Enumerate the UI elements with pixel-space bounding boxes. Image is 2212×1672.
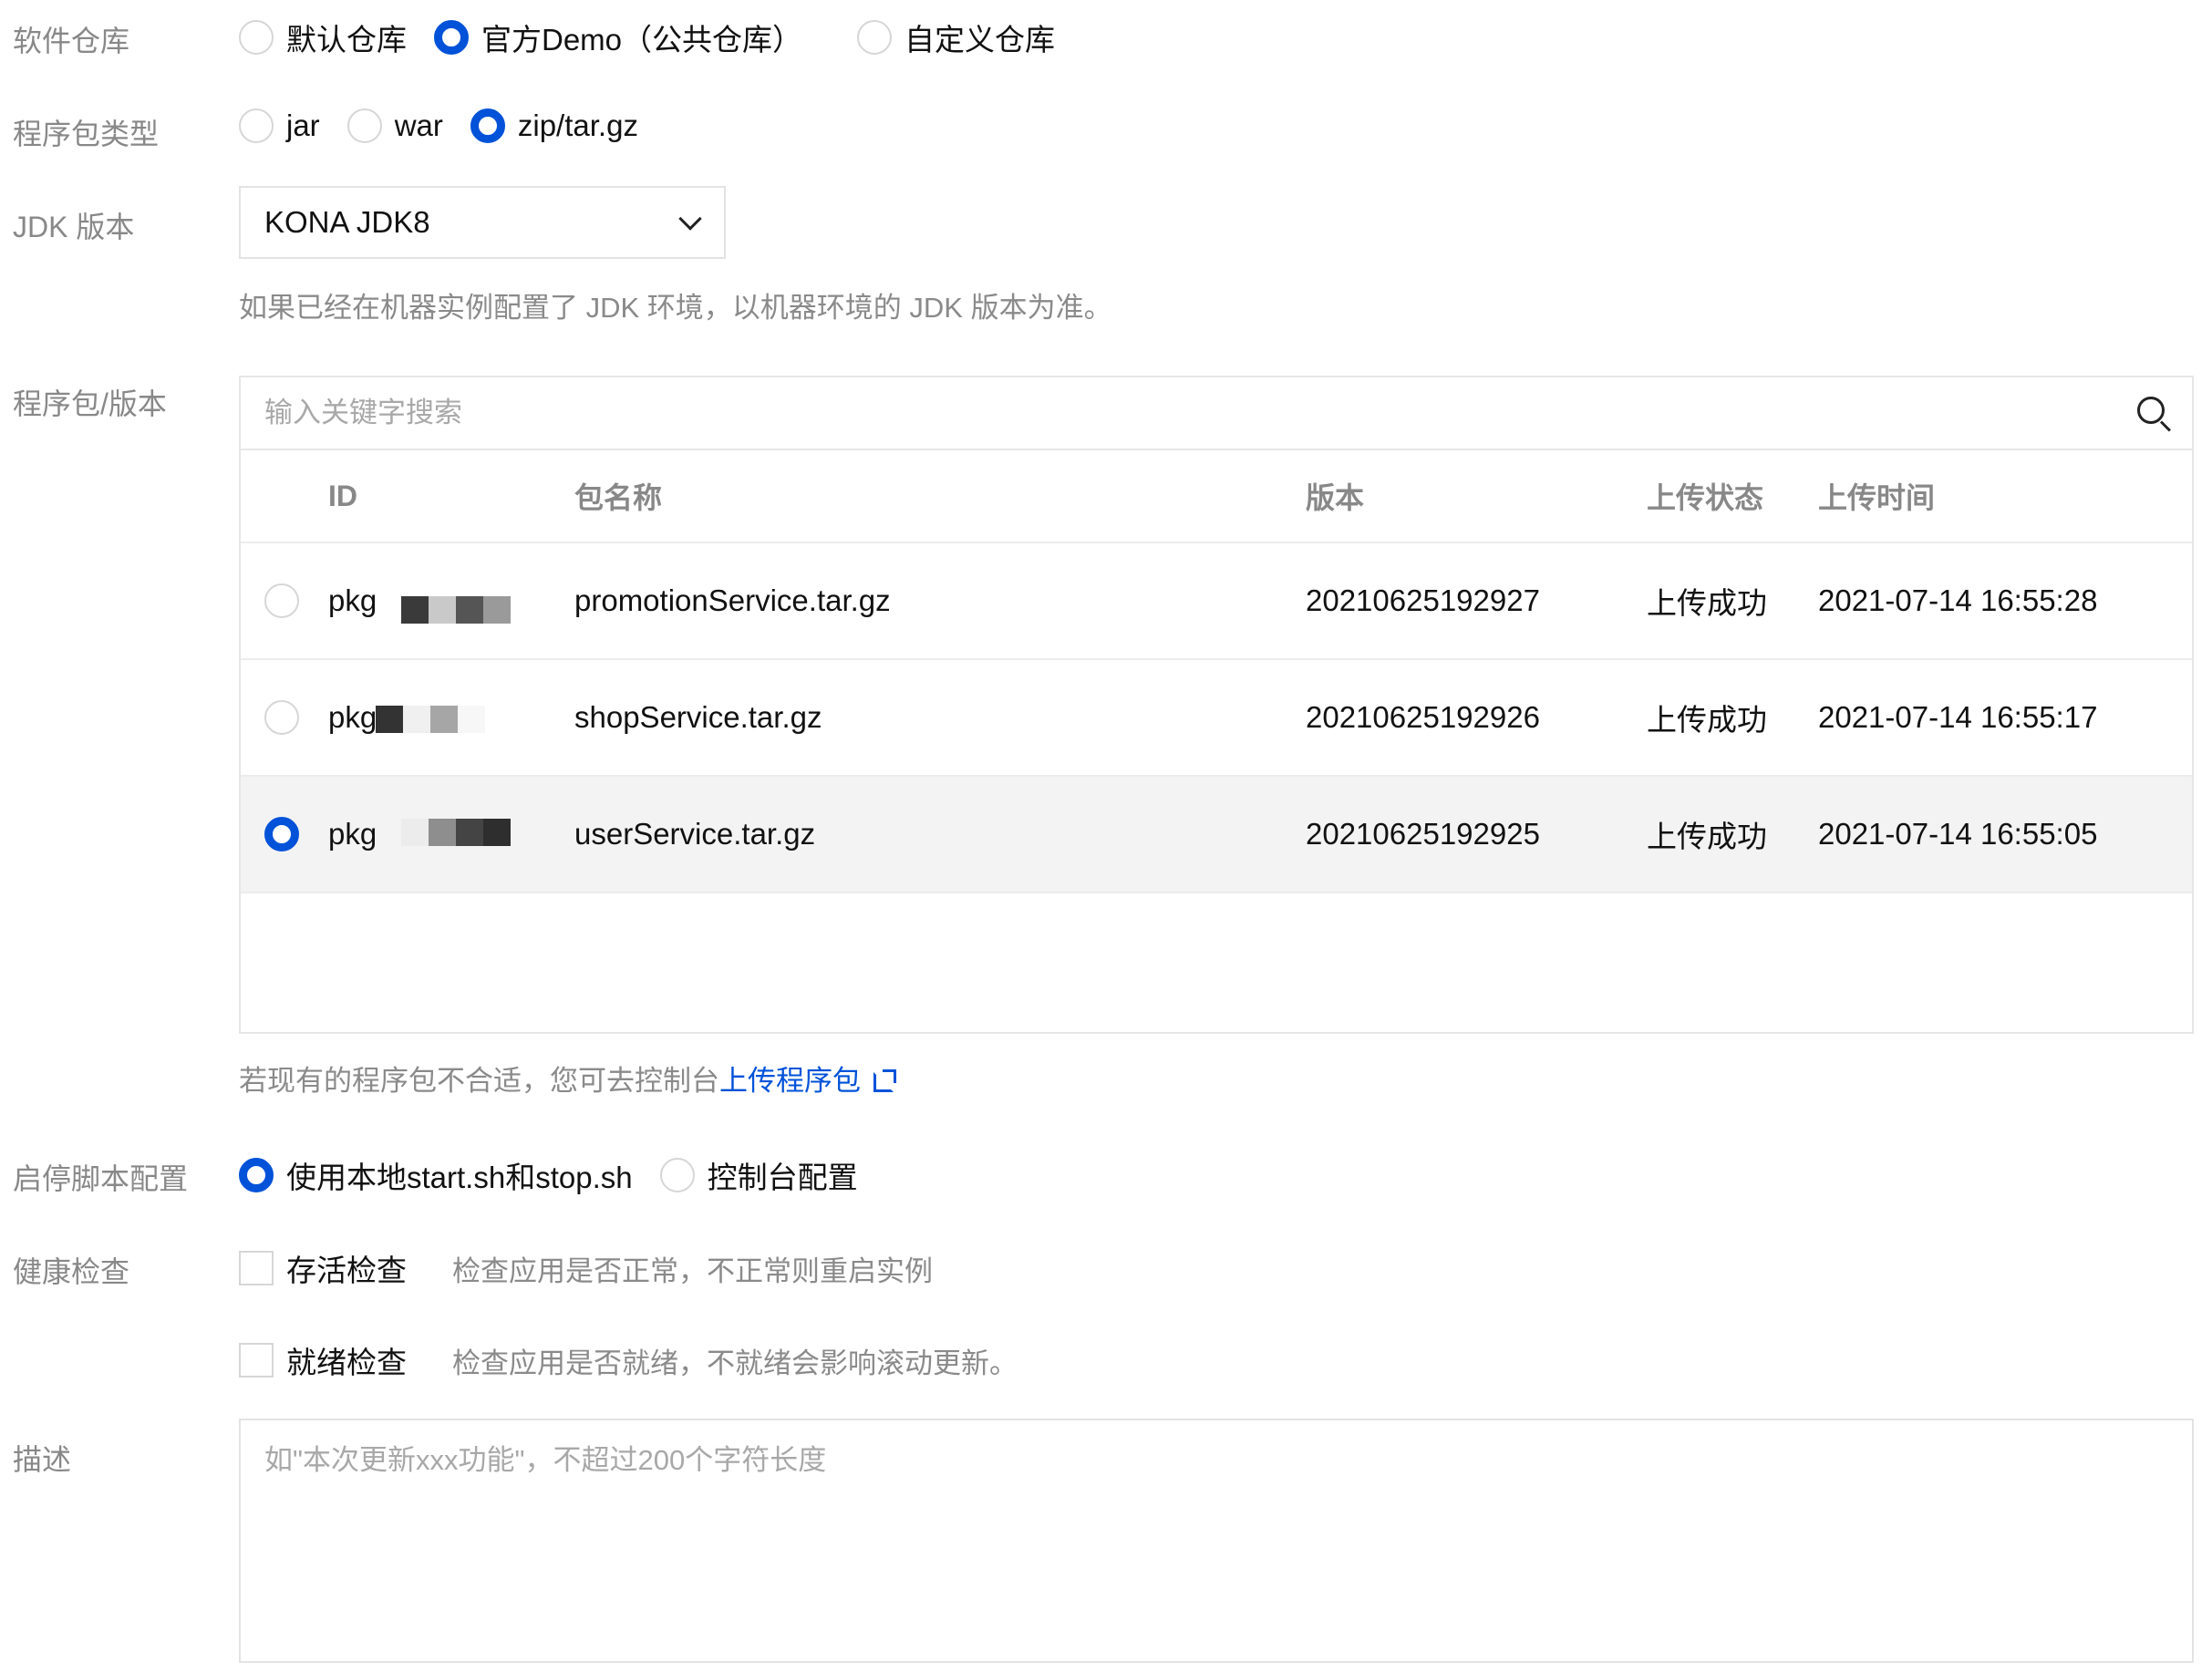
start-stop-radio-group: 使用本地start.sh和stop.sh 控制台配置 <box>239 1153 885 1197</box>
radio-label: 默认仓库 <box>286 23 407 57</box>
row-time: 2021-07-14 16:55:17 <box>1818 700 2098 734</box>
readiness-check-label: 就绪检查 <box>286 1346 407 1379</box>
package-type-option-jar[interactable]: jar <box>239 108 320 143</box>
radio-circle[interactable] <box>239 108 274 143</box>
redacted-id-block <box>401 819 511 846</box>
row-radio[interactable] <box>264 583 299 618</box>
package-type-radio-group: jar war zip/tar.gz <box>239 108 666 143</box>
package-type-option-zip[interactable]: zip/tar.gz <box>470 108 638 143</box>
radio-circle[interactable] <box>659 1158 695 1192</box>
health-check-label: 健康检查 <box>13 1255 130 1288</box>
chevron-down-icon <box>678 207 702 231</box>
readiness-checkbox[interactable] <box>239 1343 274 1378</box>
row-time: 2021-07-14 16:55:05 <box>1818 817 2098 851</box>
radio-circle[interactable] <box>470 108 505 143</box>
redacted-id-block <box>401 596 511 624</box>
jdk-label: JDK 版本 <box>13 211 135 243</box>
repo-option-official-demo[interactable]: 官方Demo（公共仓库） <box>434 15 802 59</box>
radio-label: 自定义仓库 <box>904 23 1056 57</box>
radio-circle[interactable] <box>434 20 469 55</box>
row-version: 20210625192925 <box>1306 817 1540 851</box>
redacted-id-block <box>376 706 485 733</box>
upload-package-link[interactable]: 上传程序包 <box>719 1065 861 1097</box>
jdk-select-value: KONA JDK8 <box>264 205 430 239</box>
liveness-checkbox[interactable] <box>239 1251 274 1285</box>
radio-circle[interactable] <box>346 108 382 143</box>
start-stop-label: 启停脚本配置 <box>13 1162 189 1195</box>
liveness-check-desc: 检查应用是否正常，不正常则重启实例 <box>452 1254 933 1287</box>
row-id: pkg <box>328 583 377 617</box>
radio-label: war <box>394 108 443 142</box>
liveness-check-label: 存活检查 <box>286 1254 407 1287</box>
table-row[interactable]: pkg promotionService.tar.gz 202106251929… <box>241 543 2192 660</box>
row-package-name: shopService.tar.gz <box>574 700 822 734</box>
upload-hint-text: 若现有的程序包不合适，您可去控制台 <box>239 1065 719 1097</box>
jdk-hint: 如果已经在机器实例配置了 JDK 环境，以机器环境的 JDK 版本为准。 <box>239 292 1112 324</box>
start-stop-option-local[interactable]: 使用本地start.sh和stop.sh <box>239 1153 633 1197</box>
row-version: 20210625192927 <box>1306 583 1540 617</box>
jdk-select[interactable]: KONA JDK8 <box>239 186 726 259</box>
row-package-name: userService.tar.gz <box>574 817 816 851</box>
liveness-check-row[interactable]: 存活检查 检查应用是否正常，不正常则重启实例 <box>239 1246 933 1290</box>
package-type-label: 程序包类型 <box>13 118 160 150</box>
row-status: 上传成功 <box>1647 820 1767 853</box>
radio-label: 官方Demo（公共仓库） <box>481 23 803 57</box>
table-row[interactable]: pkg shopService.tar.gz 20210625192926 上传… <box>241 660 2192 777</box>
package-table: ID 包名称 版本 上传状态 上传时间 pkg promotionService… <box>239 376 2194 1034</box>
upload-hint: 若现有的程序包不合适，您可去控制台上传程序包 <box>239 1058 896 1099</box>
radio-circle[interactable] <box>239 1158 274 1192</box>
description-label: 描述 <box>13 1443 72 1476</box>
row-radio[interactable] <box>264 700 299 735</box>
table-row[interactable]: pkg userService.tar.gz 20210625192925 上传… <box>241 777 2192 893</box>
radio-circle[interactable] <box>857 20 893 55</box>
external-link-icon[interactable] <box>873 1069 896 1092</box>
row-version: 20210625192926 <box>1306 700 1540 734</box>
package-search-input[interactable] <box>264 397 1997 429</box>
column-header-version: 版本 <box>1306 481 1365 514</box>
package-version-label: 程序包/版本 <box>13 387 167 420</box>
row-id: pkg <box>328 817 377 851</box>
repo-option-default[interactable]: 默认仓库 <box>239 15 407 59</box>
table-header: ID 包名称 版本 上传状态 上传时间 <box>241 450 2192 543</box>
repo-option-custom[interactable]: 自定义仓库 <box>857 15 1055 59</box>
column-header-id: ID <box>328 479 357 512</box>
column-header-time: 上传时间 <box>1818 481 1936 514</box>
row-package-name: promotionService.tar.gz <box>574 583 891 617</box>
row-status: 上传成功 <box>1647 586 1767 620</box>
search-icon[interactable] <box>2135 395 2172 432</box>
package-type-option-war[interactable]: war <box>346 108 443 143</box>
repo-radio-group: 默认仓库 官方Demo（公共仓库） 自定义仓库 <box>239 15 1082 59</box>
radio-label: zip/tar.gz <box>517 108 638 142</box>
package-search-bar <box>241 377 2192 450</box>
radio-label: 使用本地start.sh和stop.sh <box>286 1161 633 1194</box>
column-header-name: 包名称 <box>574 481 663 514</box>
radio-circle[interactable] <box>239 20 274 55</box>
readiness-check-desc: 检查应用是否就绪，不就绪会影响滚动更新。 <box>452 1347 1018 1379</box>
radio-label: jar <box>286 108 320 142</box>
description-textarea[interactable] <box>239 1419 2194 1663</box>
start-stop-option-console[interactable]: 控制台配置 <box>659 1153 858 1197</box>
repo-label: 软件仓库 <box>13 25 130 57</box>
row-time: 2021-07-14 16:55:28 <box>1818 583 2098 617</box>
readiness-check-row[interactable]: 就绪检查 检查应用是否就绪，不就绪会影响滚动更新。 <box>239 1338 1018 1382</box>
row-radio[interactable] <box>264 817 299 851</box>
row-status: 上传成功 <box>1647 703 1767 737</box>
row-id: pkg <box>328 700 377 734</box>
radio-label: 控制台配置 <box>707 1161 858 1194</box>
column-header-status: 上传状态 <box>1647 481 1764 514</box>
